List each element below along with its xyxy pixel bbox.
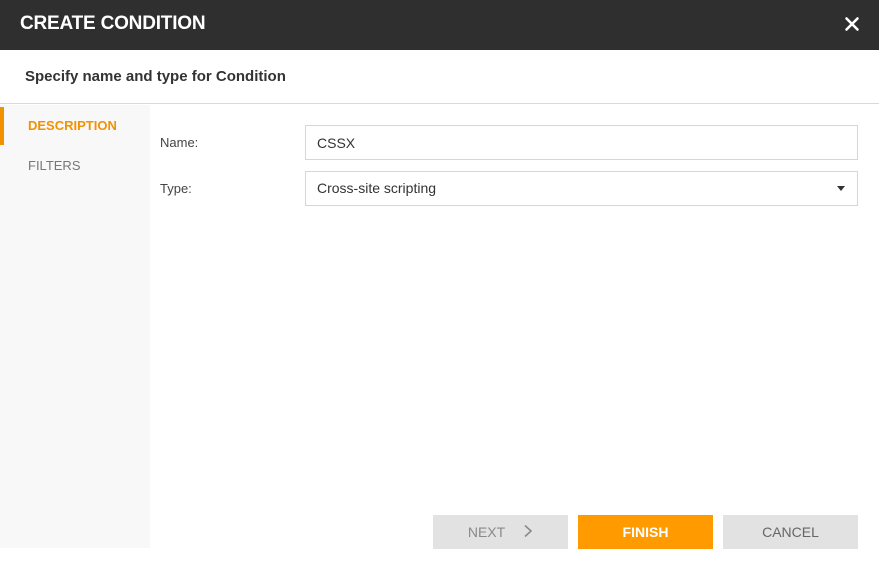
cancel-button-label: CANCEL <box>762 524 819 540</box>
chevron-right-icon <box>523 516 533 550</box>
sidebar-item-description[interactable]: DESCRIPTION <box>0 107 150 145</box>
sidebar-item-label: DESCRIPTION <box>28 118 117 133</box>
type-select[interactable]: Cross-site scripting <box>305 171 858 206</box>
type-label: Type: <box>160 181 192 196</box>
cancel-button[interactable]: CANCEL <box>723 515 858 549</box>
name-label: Name: <box>160 135 199 150</box>
dialog-subtitle: Specify name and type for Condition <box>25 68 286 85</box>
sidebar-item-label: FILTERS <box>28 158 81 173</box>
close-icon[interactable] <box>839 11 865 37</box>
next-button-label: NEXT <box>467 524 506 540</box>
dialog-title: CREATE CONDITION <box>20 13 206 34</box>
dialog-titlebar: CREATE CONDITION <box>0 0 879 50</box>
wizard-sidebar: DESCRIPTION FILTERS <box>0 105 150 548</box>
sidebar-item-filters[interactable]: FILTERS <box>0 147 150 185</box>
type-select-value: Cross-site scripting <box>317 180 437 196</box>
create-condition-dialog: CREATE CONDITION Specify name and type f… <box>0 0 879 570</box>
finish-button[interactable]: FINISH <box>578 515 713 549</box>
caret-down-icon <box>837 186 845 191</box>
finish-button-label: FINISH <box>622 524 669 540</box>
name-input[interactable] <box>305 125 858 160</box>
dialog-subheader: Specify name and type for Condition <box>0 50 879 104</box>
next-button[interactable]: NEXT <box>433 515 568 549</box>
